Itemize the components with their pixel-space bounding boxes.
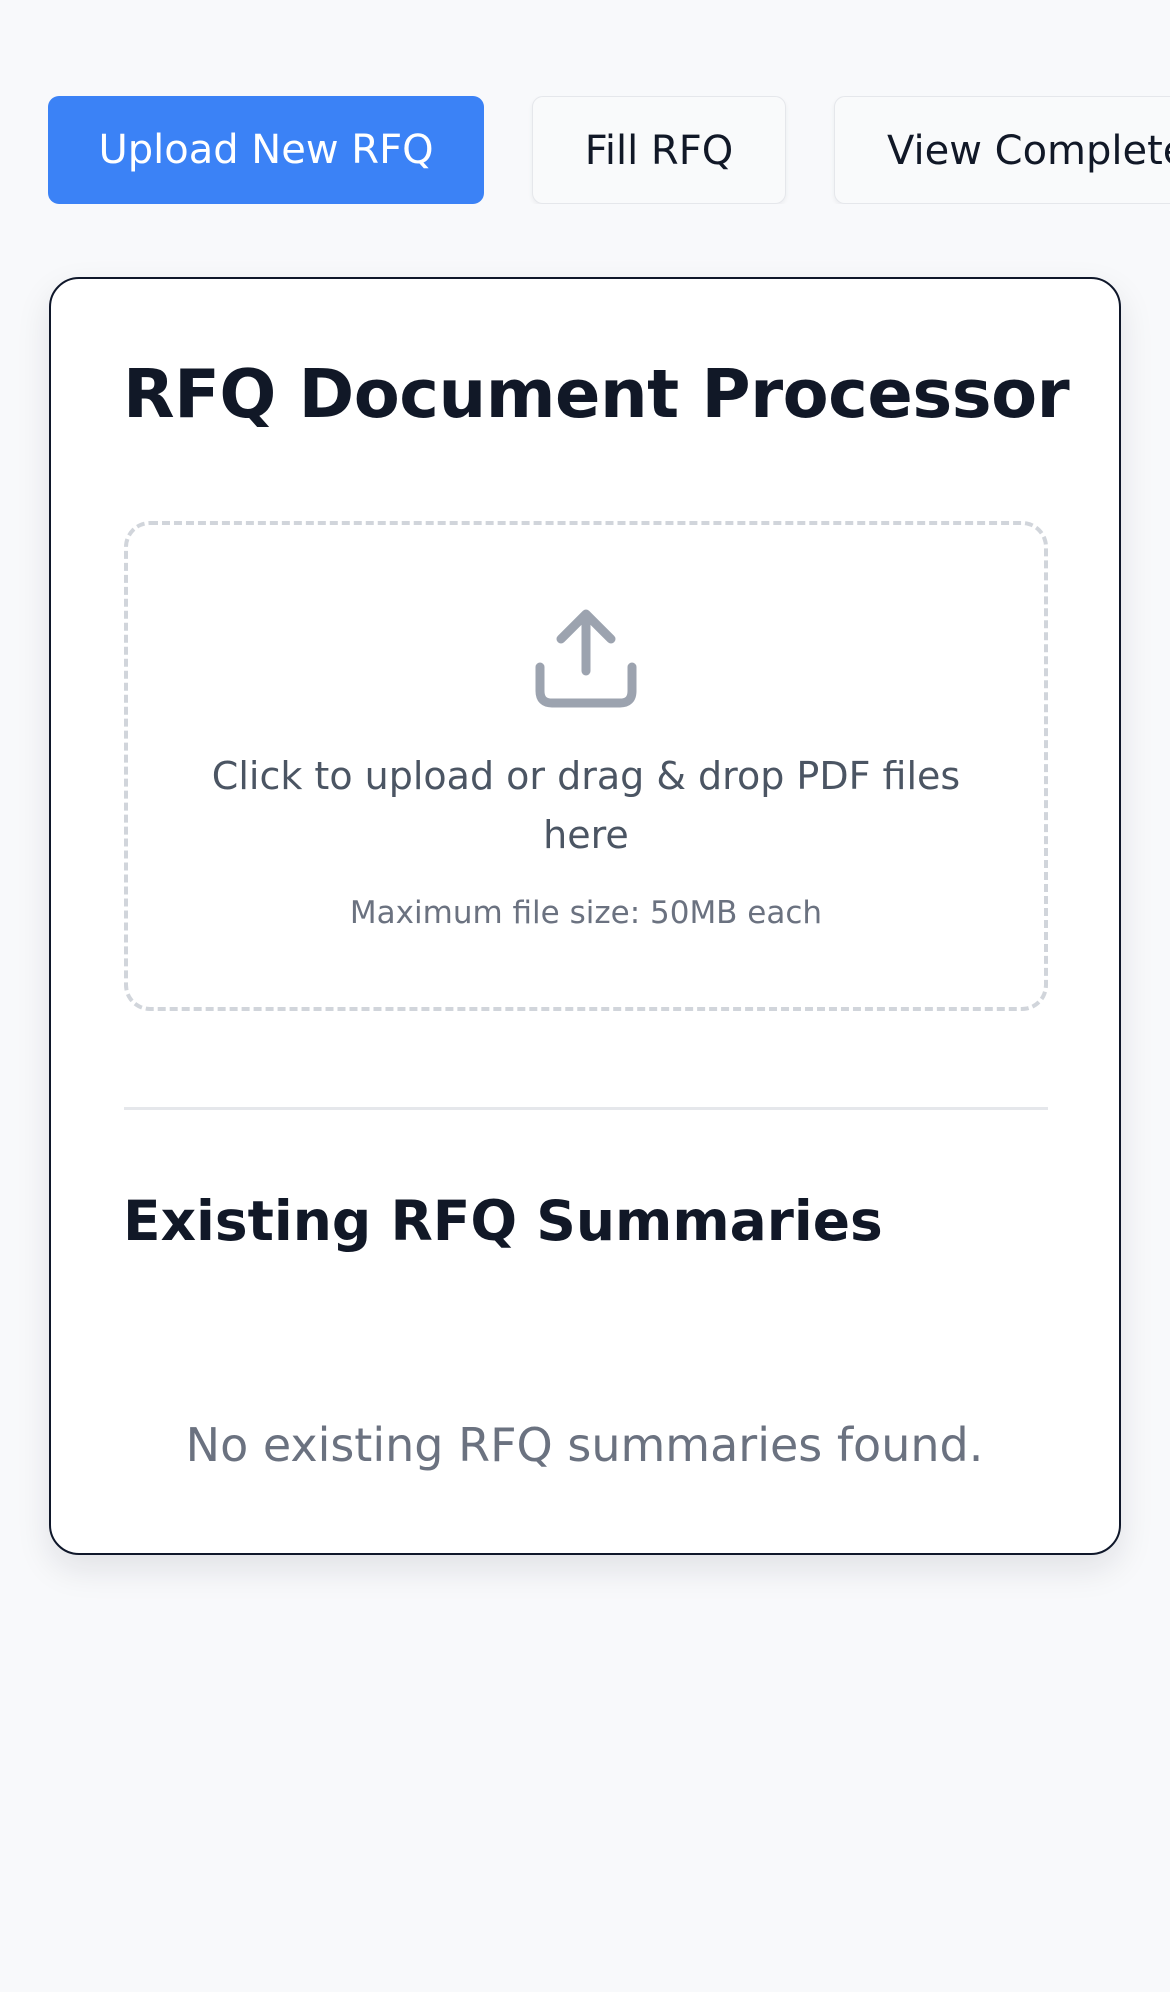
file-size-hint: Maximum file size: 50MB each	[349, 895, 823, 931]
tab-fill-rfq[interactable]: Fill RFQ	[532, 96, 786, 204]
dropzone-instructions: Click to upload or drag & drop PDF files…	[211, 754, 961, 857]
empty-summaries-message: No existing RFQ summaries found.	[185, 1418, 984, 1472]
upload-icon	[535, 609, 637, 708]
tab-upload-new-rfq[interactable]: Upload New RFQ	[48, 96, 484, 204]
rfq-nav-tabs: Upload New RFQ Fill RFQ View Completed	[0, 96, 1170, 204]
tab-view-completed[interactable]: View Completed	[834, 96, 1170, 204]
page-title: RFQ Document Processor	[123, 355, 1070, 433]
summaries-heading: Existing RFQ Summaries	[123, 1189, 883, 1253]
rfq-processor-card: RFQ Document Processor Click to upload o…	[49, 277, 1121, 1555]
pdf-dropzone[interactable]: Click to upload or drag & drop PDF files…	[124, 521, 1048, 1011]
section-divider	[124, 1107, 1048, 1110]
